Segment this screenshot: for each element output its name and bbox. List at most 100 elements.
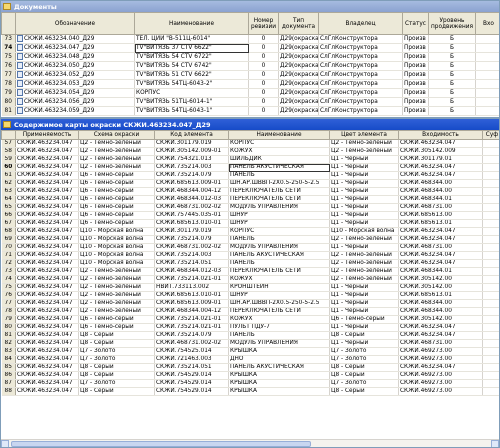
element-code-cell[interactable]: НВИТ.733113.002: [154, 283, 229, 292]
inclusion-cell[interactable]: СКЖИ.301179.01: [398, 155, 483, 164]
column-header[interactable]: Тип документа: [278, 12, 319, 35]
element-color-cell[interactable]: Ц6 - Темно-серый: [329, 315, 399, 324]
element-color-cell[interactable]: Ц1 - Черный: [329, 187, 399, 196]
inclusion-cell[interactable]: СКЖИ.468344.00: [398, 299, 483, 308]
element-code-cell[interactable]: СКЖИ.735214.079: [154, 331, 229, 340]
element-code-cell[interactable]: СКЖИ.735214.021-01: [154, 275, 229, 284]
table-row[interactable]: 81 СКЖИ.463234.059_Д29 TV"ВИТЯЗЬ 54ТЦ-6043…: [1, 106, 499, 116]
suffix-cell[interactable]: [482, 267, 499, 276]
level-cell[interactable]: Б: [428, 70, 476, 80]
inclusion-cell[interactable]: СКЖИ.463234.047: [398, 171, 483, 180]
inclusion-cell[interactable]: СКЖИ.685613.01: [398, 219, 483, 228]
table-row[interactable]: 68 СКЖИ.463234.047 Ц10 - Морская волна СКЖИ…: [1, 227, 499, 236]
element-color-cell[interactable]: Ц7 - Золото: [329, 347, 399, 356]
element-code-cell[interactable]: СКЖИ.735214.079: [154, 171, 229, 180]
suffix-cell[interactable]: [482, 331, 499, 340]
input-cell[interactable]: [475, 106, 499, 116]
code-cell[interactable]: СКЖИ.463234.050_Д29: [15, 61, 135, 71]
table-row[interactable]: 79 СКЖИ.463234.054_Д29 КОРПУС 0 Д29(окраска)…: [1, 88, 499, 98]
element-color-cell[interactable]: Ц1 - Черный: [329, 339, 399, 348]
element-name-cell[interactable]: ПЕРЕКЛЮЧАТЕЛЬ СЕТИ: [228, 195, 330, 204]
horizontal-scrollbar[interactable]: [1, 439, 499, 447]
element-name-cell[interactable]: ПЕРЕКЛЮЧАТЕЛЬ СЕТИ: [228, 307, 330, 316]
name-cell[interactable]: TV"ВИТЯЗЬ 54ТЦ-6043-2": [134, 79, 249, 89]
element-name-cell[interactable]: КРЫШКА: [228, 379, 330, 388]
element-name-cell[interactable]: МОДУЛЬ УПРАВЛЕНИЯ: [228, 203, 330, 212]
row-number[interactable]: 80: [1, 323, 16, 332]
suffix-cell[interactable]: [482, 275, 499, 284]
usage-cell[interactable]: СКЖИ.463234.047: [15, 299, 79, 308]
usage-cell[interactable]: СКЖИ.463234.047: [15, 251, 79, 260]
type-cell[interactable]: Д29(окраска): [278, 88, 319, 98]
column-header[interactable]: Наименование: [228, 130, 330, 140]
usage-cell[interactable]: СКЖИ.463234.047: [15, 363, 79, 372]
table-row[interactable]: 86 СКЖИ.463234.047 Ц8 - Серый СКЖИ.754529.0…: [1, 371, 499, 380]
element-color-cell[interactable]: Ц1 - Черный: [329, 163, 399, 172]
element-name-cell[interactable]: КОРПУС: [228, 227, 330, 236]
usage-cell[interactable]: СКЖИ.463234.047: [15, 371, 79, 380]
table-row[interactable]: 79 СКЖИ.463234.047 Ц6 - Темно-серый СКЖИ.73…: [1, 315, 499, 324]
suffix-cell[interactable]: [482, 163, 499, 172]
revision-cell[interactable]: 0: [248, 97, 279, 107]
inclusion-cell[interactable]: СКЖИ.469273.00: [398, 347, 483, 356]
code-cell[interactable]: СКЖИ.463234.052_Д29: [15, 70, 135, 80]
name-cell[interactable]: КОРПУС: [134, 88, 249, 98]
suffix-cell[interactable]: [482, 235, 499, 244]
column-header[interactable]: Владелец: [318, 12, 403, 35]
inclusion-cell[interactable]: СКЖИ.305142.00: [398, 315, 483, 324]
table-row[interactable]: 64 СКЖИ.463234.047 Ц6 - Темно-серый СКЖИ.46…: [1, 195, 499, 204]
row-number[interactable]: 66: [1, 211, 16, 220]
inclusion-cell[interactable]: СКЖИ.469273.00: [398, 387, 483, 396]
owner-cell[interactable]: СлГлКонструктора: [318, 34, 403, 44]
element-color-cell[interactable]: Ц2 - Темно-зеленый: [329, 275, 399, 284]
column-header[interactable]: Наименование: [134, 12, 249, 35]
paint-scheme-cell[interactable]: Ц2 - Темно-зеленый: [78, 155, 155, 164]
suffix-cell[interactable]: [482, 371, 499, 380]
element-name-cell[interactable]: МОДУЛЬ УПРАВЛЕНИЯ: [228, 243, 330, 252]
input-cell[interactable]: [475, 34, 499, 44]
element-color-cell[interactable]: Ц8 - Серый: [329, 363, 399, 372]
row-number[interactable]: 58: [1, 147, 16, 156]
element-name-cell[interactable]: ШНУР: [228, 211, 330, 220]
usage-cell[interactable]: СКЖИ.463234.047: [15, 259, 79, 268]
paint-scheme-cell[interactable]: Ц6 - Темно-серый: [78, 219, 155, 228]
suffix-cell[interactable]: [482, 379, 499, 388]
type-cell[interactable]: Д29(окраска): [278, 34, 319, 44]
code-cell[interactable]: СКЖИ.463234.056_Д29: [15, 97, 135, 107]
usage-cell[interactable]: СКЖИ.463234.047: [15, 283, 79, 292]
row-number[interactable]: 67: [1, 219, 16, 228]
scroll-left-icon[interactable]: [1, 440, 9, 447]
paint-scheme-cell[interactable]: Ц7 - Золото: [78, 355, 155, 364]
element-name-cell[interactable]: ПАНЕЛЬ АКУСТИЧЕСКАЯ: [228, 363, 330, 372]
level-cell[interactable]: Б: [428, 88, 476, 98]
paint-scheme-cell[interactable]: Ц2 - Темно-зеленый: [78, 147, 155, 156]
column-header[interactable]: Вхо: [475, 12, 499, 35]
name-cell[interactable]: TV"ВИТЯЗЬ 51ТЦ-6014-1": [134, 97, 249, 107]
row-number[interactable]: 59: [1, 155, 16, 164]
paint-scheme-cell[interactable]: Ц2 - Темно-зеленый: [78, 291, 155, 300]
row-number[interactable]: 75: [1, 52, 16, 62]
element-code-cell[interactable]: СКЖИ.735214.051: [154, 259, 229, 268]
status-cell[interactable]: Произв: [402, 70, 429, 80]
element-color-cell[interactable]: Ц10 - Морская волна: [329, 227, 399, 236]
usage-cell[interactable]: СКЖИ.463234.047: [15, 291, 79, 300]
inclusion-cell[interactable]: СКЖИ.468731.00: [398, 243, 483, 252]
table-row[interactable]: 67 СКЖИ.463234.047 Ц6 - Темно-серый СКЖИ.68…: [1, 219, 499, 228]
usage-cell[interactable]: СКЖИ.463234.047: [15, 355, 79, 364]
row-number[interactable]: 70: [1, 243, 16, 252]
element-name-cell[interactable]: ПЕРЕКЛЮЧАТЕЛЬ СЕТИ: [228, 187, 330, 196]
usage-cell[interactable]: СКЖИ.463234.047: [15, 267, 79, 276]
suffix-cell[interactable]: [482, 251, 499, 260]
suffix-cell[interactable]: [482, 323, 499, 332]
paint-scheme-cell[interactable]: Ц7 - Золото: [78, 379, 155, 388]
element-code-cell[interactable]: СКЖИ.735214.079: [154, 235, 229, 244]
paint-scheme-cell[interactable]: Ц6 - Темно-серый: [78, 315, 155, 324]
column-header[interactable]: Суф: [482, 130, 499, 140]
level-cell[interactable]: Б: [428, 52, 476, 62]
table-row[interactable]: 75 СКЖИ.463234.048_Д29 TV"ВИТЯЗЬ 54 CTV 67…: [1, 52, 499, 62]
input-cell[interactable]: [475, 52, 499, 62]
element-code-cell[interactable]: СКЖИ.754525.014: [154, 347, 229, 356]
row-number[interactable]: 71: [1, 251, 16, 260]
table-row[interactable]: 80 СКЖИ.463234.047 Ц6 - Темно-серый СКЖИ.73…: [1, 323, 499, 332]
revision-cell[interactable]: 0: [248, 106, 279, 116]
